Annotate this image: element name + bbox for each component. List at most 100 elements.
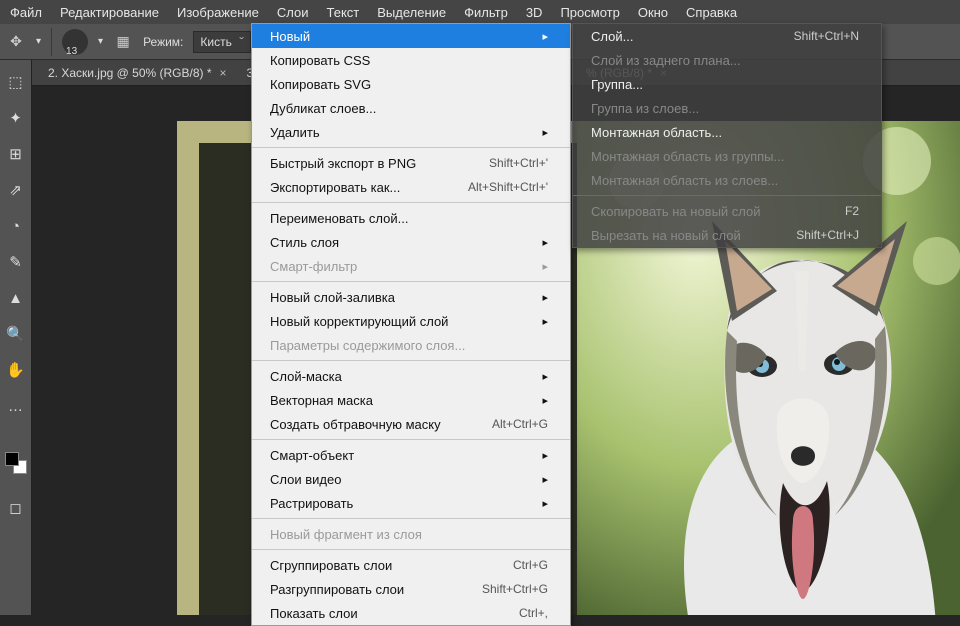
submenu-arrow-icon: ▸ (542, 260, 548, 273)
menu-item[interactable]: Показать слоиCtrl+, (252, 601, 570, 625)
crop-tool-icon[interactable]: ⊞ (6, 144, 26, 164)
menu-item[interactable]: Слой-маска ▸ (252, 364, 570, 388)
menu-item[interactable]: Создать обтравочную маскуAlt+Ctrl+G (252, 412, 570, 436)
menu-edit[interactable]: Редактирование (60, 5, 159, 20)
menu-item[interactable]: Монтажная область... (573, 120, 881, 144)
menu-item[interactable]: Стиль слоя▸ (252, 230, 570, 254)
menu-item[interactable]: Копировать SVG (252, 72, 570, 96)
menu-item[interactable]: Сгруппировать слоиCtrl+G (252, 553, 570, 577)
menu-bar[interactable]: Файл Редактирование Изображение Слои Тек… (0, 0, 960, 24)
menu-item: Монтажная область из слоев... (573, 168, 881, 192)
tools-panel[interactable]: ⬚ ✦ ⊞ ⇗ ◔ ✎ ▲ 🔍 ✋ … ◻ (0, 60, 32, 615)
menu-layers[interactable]: Слои (277, 5, 309, 20)
menu-image[interactable]: Изображение (177, 5, 259, 20)
menu-item-label: Группа из слоев... (591, 101, 699, 116)
menu-item[interactable]: Разгруппировать слоиShift+Ctrl+G (252, 577, 570, 601)
menu-item[interactable]: Новый корректирующий слой▸ (252, 309, 570, 333)
submenu-arrow-icon: ▸ (542, 394, 548, 407)
brush-tool-icon[interactable]: ✎ (6, 252, 26, 272)
menu-item-label: Переименовать слой... (270, 211, 408, 226)
menu-item-shortcut: Ctrl+G (513, 558, 548, 572)
menu-item[interactable]: Слои видео▸ (252, 467, 570, 491)
hand-tool-icon[interactable]: ✋ (6, 360, 26, 380)
mode-label: Режим: (143, 35, 183, 49)
menu-item-label: Создать обтравочную маску (270, 417, 441, 432)
menu-item-shortcut: Shift+Ctrl+' (489, 156, 548, 170)
tool-preset-dropdown-icon[interactable]: ▾ (36, 36, 41, 47)
brush-picker-dropdown-icon[interactable]: ▾ (98, 36, 103, 47)
menu-select[interactable]: Выделение (377, 5, 446, 20)
layers-menu[interactable]: Новый▸Копировать CSSКопировать SVGДублик… (251, 23, 571, 626)
menu-filter[interactable]: Фильтр (464, 5, 508, 20)
zoom-tool-icon[interactable]: 🔍 (6, 324, 26, 344)
menu-item-label: Монтажная область из группы... (591, 149, 784, 164)
menu-item[interactable]: Экспортировать как...Alt+Shift+Ctrl+' (252, 175, 570, 199)
submenu-arrow-icon: ▸ (542, 126, 548, 139)
menu-item-label: Новый корректирующий слой (270, 314, 448, 329)
menu-item-label: Дубликат слоев... (270, 101, 376, 116)
mode-select[interactable]: Кисть (193, 31, 250, 53)
menu-item[interactable]: Смарт-объект▸ (252, 443, 570, 467)
menu-item-shortcut: Shift+Ctrl+G (482, 582, 548, 596)
menu-item[interactable]: Векторная маска ▸ (252, 388, 570, 412)
menu-item: Группа из слоев... (573, 96, 881, 120)
submenu-arrow-icon: ▸ (542, 449, 548, 462)
menu-item-label: Удалить (270, 125, 320, 140)
menu-item: Новый фрагмент из слоя (252, 522, 570, 546)
quickmask-icon[interactable]: ◻ (6, 498, 26, 518)
submenu-arrow-icon: ▸ (542, 291, 548, 304)
menu-item[interactable]: Группа... (573, 72, 881, 96)
marquee-tool-icon[interactable]: ⬚ (6, 72, 26, 92)
menu-item-shortcut: Ctrl+, (519, 606, 548, 620)
menu-item-label: Монтажная область из слоев... (591, 173, 778, 188)
menu-item: Слой из заднего плана... (573, 48, 881, 72)
brush-panel-icon[interactable]: ▦ (113, 32, 133, 52)
menu-separator (252, 202, 570, 203)
menu-item: Параметры содержимого слоя... (252, 333, 570, 357)
tab-doc-1[interactable]: 2. Хаски.jpg @ 50% (RGB/8) * × (38, 60, 237, 85)
menu-item[interactable]: Быстрый экспорт в PNG Shift+Ctrl+' (252, 151, 570, 175)
new-layer-submenu[interactable]: Слой...Shift+Ctrl+N Слой из заднего плана… (572, 23, 882, 248)
menu-separator (252, 439, 570, 440)
restore-brush-icon[interactable]: ✥ (6, 32, 26, 52)
menu-item[interactable]: Растрировать▸ (252, 491, 570, 515)
tab-1-label: 2. Хаски.jpg @ 50% (RGB/8) * (48, 66, 212, 80)
menu-item[interactable]: Новый слой-заливка ▸ (252, 285, 570, 309)
heal-tool-icon[interactable]: ◔ (6, 216, 26, 236)
menu-separator (573, 195, 881, 196)
menu-window[interactable]: Окно (638, 5, 668, 20)
menu-item-label: Новый слой-заливка (270, 290, 395, 305)
fg-bg-swatches[interactable] (5, 452, 27, 474)
pen-tool-icon[interactable]: ▲ (6, 288, 26, 308)
wand-tool-icon[interactable]: ✦ (6, 108, 26, 128)
menu-item[interactable]: Копировать CSS (252, 48, 570, 72)
eyedropper-tool-icon[interactable]: ⇗ (6, 180, 26, 200)
menu-item: Монтажная область из группы... (573, 144, 881, 168)
menu-file[interactable]: Файл (10, 5, 42, 20)
menu-item[interactable]: Слой...Shift+Ctrl+N (573, 24, 881, 48)
menu-text[interactable]: Текст (327, 5, 360, 20)
menu-item-label: Группа... (591, 77, 643, 92)
menu-item[interactable]: Дубликат слоев... (252, 96, 570, 120)
fg-color-swatch[interactable] (5, 452, 19, 466)
menu-item[interactable]: Переименовать слой... (252, 206, 570, 230)
submenu-arrow-icon: ▸ (542, 473, 548, 486)
menu-item-label: Монтажная область... (591, 125, 722, 140)
menu-item-label: Быстрый экспорт в PNG (270, 156, 416, 171)
brush-preview-icon[interactable] (62, 29, 88, 55)
submenu-arrow-icon: ▸ (542, 370, 548, 383)
menu-separator (252, 147, 570, 148)
menu-item-label: Векторная маска (270, 393, 373, 408)
menu-view[interactable]: Просмотр (560, 5, 619, 20)
close-icon[interactable]: × (220, 66, 227, 80)
menu-item-label: Слой-маска (270, 369, 342, 384)
menu-item-label: Новый (270, 29, 310, 44)
menu-item[interactable]: Удалить ▸ (252, 120, 570, 144)
menu-3d[interactable]: 3D (526, 5, 543, 20)
menu-item[interactable]: Новый▸ (252, 24, 570, 48)
more-tools-icon[interactable]: … (6, 396, 26, 416)
submenu-arrow-icon: ▸ (542, 236, 548, 249)
menu-item-label: Копировать SVG (270, 77, 371, 92)
menu-help[interactable]: Справка (686, 5, 737, 20)
menu-item-label: Слой из заднего плана... (591, 53, 741, 68)
